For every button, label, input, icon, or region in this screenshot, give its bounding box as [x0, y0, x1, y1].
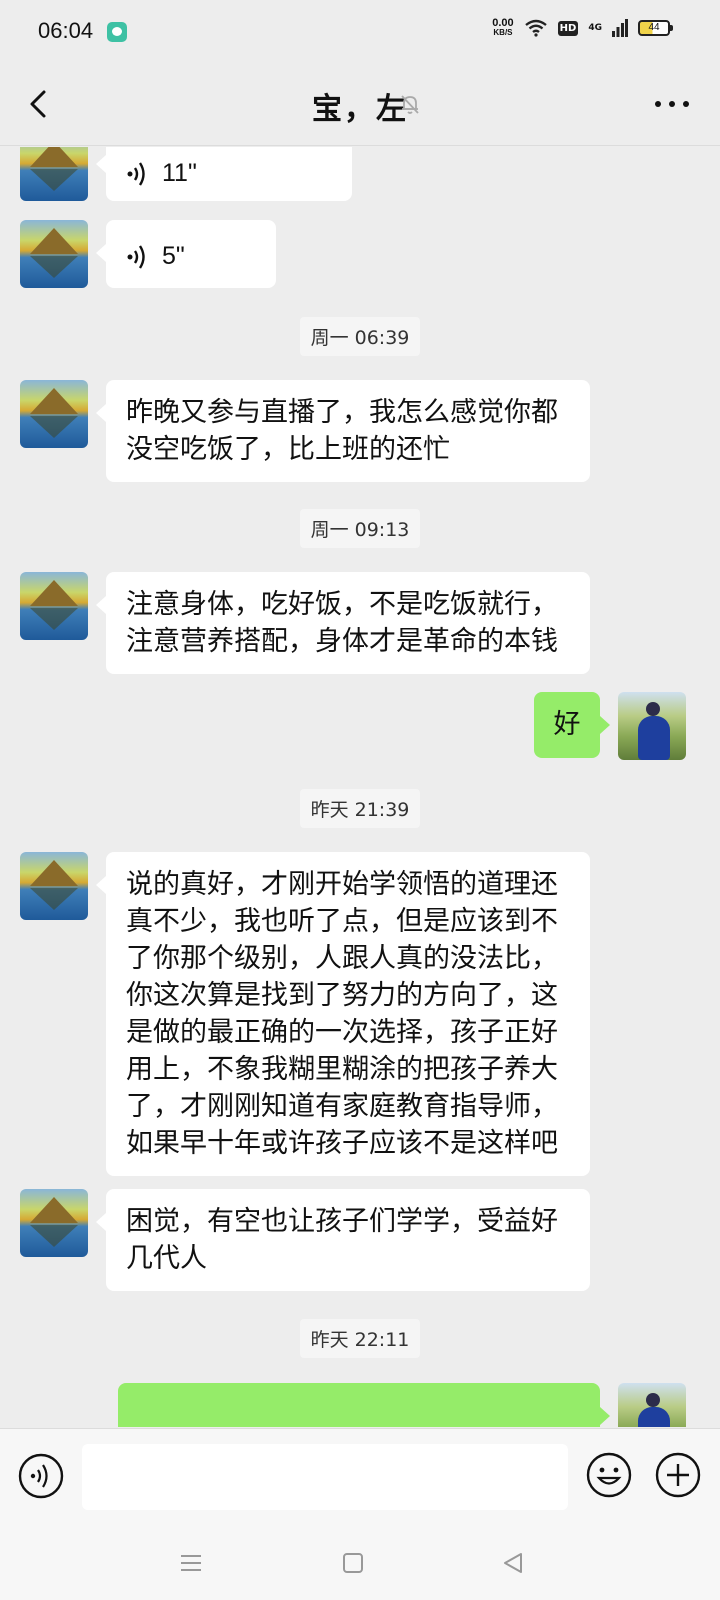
message-line: 如果早十年或许孩子应该不是这样吧: [126, 1128, 558, 1159]
menu-icon[interactable]: [178, 1550, 204, 1576]
status-time: 06:04: [38, 18, 94, 43]
message-input[interactable]: [82, 1444, 568, 1510]
text-message[interactable]: 注意身体，吃好饭，不是吃饭就行， 注意营养搭配，身体才是革命的本钱: [96, 572, 590, 674]
chat-title: 宝，左: [312, 92, 408, 127]
time-divider-label: 昨天 22:11: [299, 1319, 421, 1358]
battery-icon: 44: [638, 20, 673, 36]
contact-avatar[interactable]: [20, 220, 88, 288]
text-message[interactable]: 昨晚又参与直播了，我怎么感觉你都 没空吃饭了，比上班的还忙: [96, 380, 590, 482]
plus-icon[interactable]: [654, 1451, 702, 1499]
signal-icon: [612, 19, 628, 37]
message-list[interactable]: 11" 5" 周一 06:39 昨晚又参与直播了，我怎么感觉你都 没空吃饭了，比…: [0, 147, 720, 1427]
time-divider-label: 周一 06:39: [299, 317, 421, 356]
voice-wave-icon: [127, 161, 145, 186]
message-line: 了，才刚刚知道有家庭教育指导师，: [126, 1091, 558, 1122]
network-speed-value: 0.00: [492, 17, 514, 29]
message-line: 你这次算是找到了努力的方向了，这: [126, 980, 558, 1011]
wifi-icon: [524, 19, 547, 37]
emoji-icon[interactable]: [585, 1451, 633, 1499]
system-navigation-bar: [0, 1528, 720, 1600]
voice-message[interactable]: 5": [96, 220, 276, 288]
message-line: 了你那个级别，人跟人真的没法比，: [126, 943, 558, 974]
self-avatar[interactable]: [618, 1383, 686, 1427]
self-avatar[interactable]: [618, 692, 686, 760]
contact-avatar[interactable]: [20, 380, 88, 448]
message-line: 几代人: [126, 1243, 207, 1274]
text-message[interactable]: 困觉，有空也让孩子们学学，受益好 几代人: [96, 1189, 590, 1291]
mute-bell-icon: [401, 95, 419, 114]
input-bar: [0, 1428, 720, 1528]
time-divider-label: 昨天 21:39: [299, 789, 421, 828]
message-line: 昨晚又参与直播了，我怎么感觉你都: [126, 397, 558, 428]
message-line: 注意营养搭配，身体才是革命的本钱: [126, 626, 558, 657]
message-line: 说的真好，才刚开始学领悟的道理还: [126, 869, 558, 900]
contact-avatar[interactable]: [20, 572, 88, 640]
contact-avatar[interactable]: [20, 852, 88, 920]
voice-duration: 5": [162, 242, 185, 270]
time-divider: 昨天 22:11: [0, 1319, 720, 1358]
time-divider: 周一 09:13: [0, 509, 720, 548]
message-line: 好: [553, 709, 581, 740]
message-line: 困觉，有空也让孩子们学学，受益好: [126, 1206, 558, 1237]
chat-app-notification-icon: [107, 22, 127, 42]
battery-level: 44: [648, 22, 660, 33]
self-text-message[interactable]: 好: [534, 692, 610, 758]
more-dots-icon[interactable]: [654, 92, 690, 116]
self-text-message[interactable]: [118, 1383, 610, 1427]
message-line: 是做的最正确的一次选择，孩子正好: [126, 1017, 558, 1048]
message-line: 用上，不象我糊里糊涂的把孩子养大: [126, 1054, 558, 1085]
message-line: 真不少，我也听了点，但是应该到不: [126, 906, 558, 937]
time-divider: 昨天 21:39: [0, 789, 720, 828]
back-triangle-icon[interactable]: [500, 1550, 526, 1576]
time-divider-label: 周一 09:13: [299, 509, 421, 548]
voice-wave-icon: [127, 244, 145, 269]
message-line: 没空吃饭了，比上班的还忙: [126, 434, 450, 465]
voice-message[interactable]: 11": [96, 147, 352, 201]
time-divider: 周一 06:39: [0, 317, 720, 356]
message-line: 注意身体，吃好饭，不是吃饭就行，: [126, 589, 558, 620]
status-bar: 06:04 0.00 KB/S HD 4G 44: [0, 0, 720, 62]
network-speed-unit: KB/S: [493, 28, 513, 37]
home-square-icon[interactable]: [340, 1550, 366, 1576]
status-indicators: 0.00 KB/S HD 4G 44: [492, 18, 673, 38]
network-type: 4G: [588, 23, 602, 33]
contact-avatar[interactable]: [20, 1189, 88, 1257]
chat-header: 宝，左: [0, 62, 720, 146]
voice-input-icon[interactable]: [18, 1453, 64, 1499]
network-speed: 0.00 KB/S: [492, 18, 513, 38]
text-message[interactable]: 说的真好，才刚开始学领悟的道理还 真不少，我也听了点，但是应该到不 了你那个级别…: [96, 852, 590, 1176]
hd-badge: HD: [557, 20, 579, 36]
contact-avatar[interactable]: [20, 147, 88, 201]
voice-duration: 11": [162, 159, 197, 187]
